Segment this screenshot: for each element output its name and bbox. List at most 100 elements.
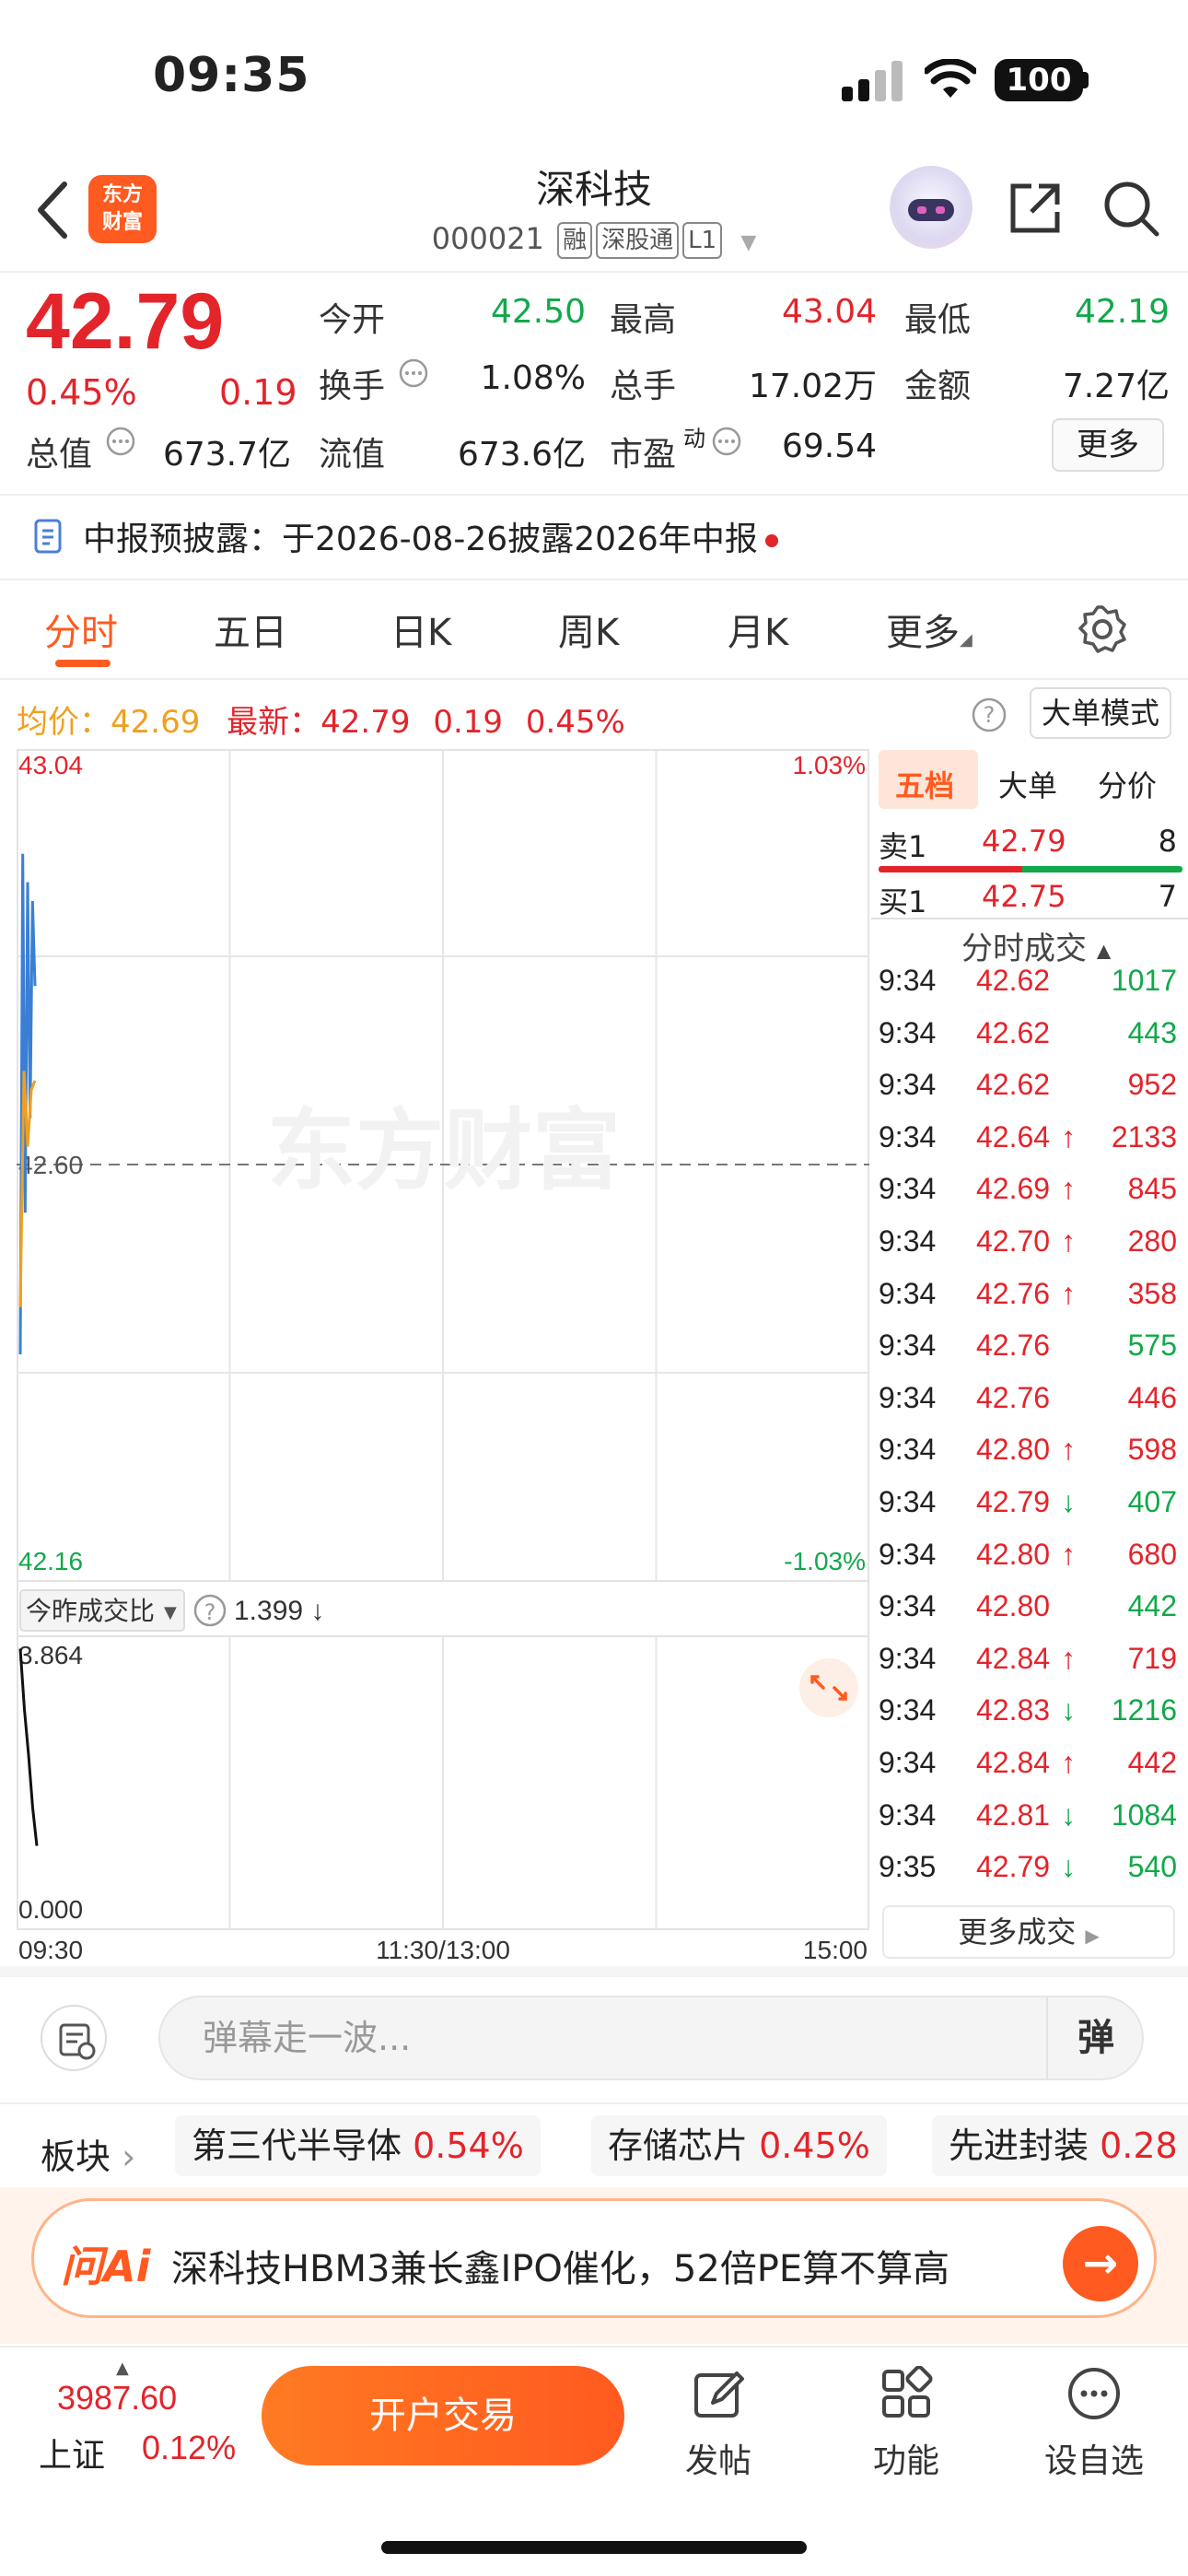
trade-price: 42.62: [976, 964, 1051, 997]
sector-label[interactable]: 板块 ›: [41, 2128, 135, 2179]
latest-value: 42.79: [320, 704, 411, 741]
trade-time: 9:34: [879, 1433, 937, 1467]
expand-icon[interactable]: [799, 1658, 858, 1717]
tab-weekly-k[interactable]: 周K: [558, 603, 619, 656]
share-icon[interactable]: [1006, 179, 1065, 238]
tab-five-day[interactable]: 五日: [214, 603, 287, 656]
trade-volume: 598: [1127, 1433, 1177, 1467]
volume-ratio-min: 0.000: [18, 1895, 83, 1924]
total-value: 673.7亿: [162, 436, 291, 474]
trade-row: 9:34 42.76 575: [879, 1329, 1182, 1380]
trade-volume: 446: [1127, 1380, 1177, 1414]
robot-face-icon: [908, 199, 954, 221]
trade-row: 9:35 42.79 ↓ 540: [879, 1850, 1182, 1902]
info-dots-icon[interactable]: [711, 426, 742, 457]
trade-time: 9:34: [879, 1068, 937, 1102]
connect-tag: 深股通: [596, 222, 680, 259]
more-trades-button[interactable]: 更多成交 ▶: [882, 1905, 1175, 1959]
total-value-label: 总值: [26, 436, 93, 474]
trade-time: 9:34: [879, 1589, 937, 1623]
trade-row: 9:34 42.70 ↑ 280: [879, 1224, 1182, 1276]
y-axis-max-pct: 1.03%: [793, 751, 866, 779]
bottom-divider: [0, 2346, 1188, 2348]
index-value[interactable]: 3987.60: [57, 2379, 177, 2418]
help-icon[interactable]: ?: [971, 697, 1007, 733]
trade-row: 9:34 42.79 ↓ 407: [879, 1485, 1182, 1537]
trade-price: 42.81: [976, 1797, 1051, 1832]
ask-1-label: 卖1: [879, 829, 927, 864]
trade-price: 42.79: [976, 1850, 1051, 1884]
trade-time: 9:34: [879, 1224, 937, 1258]
svg-text:?: ?: [984, 702, 996, 728]
trade-volume: 442: [1127, 1589, 1177, 1623]
sector-chip[interactable]: 第三代半导体 0.54%: [175, 2115, 541, 2176]
big-order-mode-button[interactable]: 大单模式: [1030, 687, 1171, 739]
latest-label: 最新：: [227, 704, 321, 741]
trade-volume: 443: [1127, 1015, 1177, 1049]
price-series-line: [18, 1071, 37, 1307]
earnings-notice[interactable]: 中报预披露：于2026-08-26披露2026年中报: [83, 512, 778, 560]
settings-icon[interactable]: [1077, 604, 1127, 654]
y-axis-max: 43.04: [18, 751, 83, 779]
intraday-chart[interactable]: 东方财富 43.04 42.60 42.16 1.03% -1.03% 今昨成交比 ▼? 1.3…: [17, 748, 873, 1973]
amount-label: 金额: [904, 368, 972, 405]
tab-more[interactable]: 更多◢: [886, 603, 973, 656]
header-divider: [0, 271, 1188, 273]
nav-post[interactable]: 发帖: [654, 2366, 783, 2482]
search-icon[interactable]: [1101, 179, 1162, 240]
trade-volume: 358: [1127, 1276, 1177, 1310]
tabs-divider: [0, 678, 1188, 680]
sector-pct: 0.45%: [759, 2125, 870, 2166]
comment-list-button[interactable]: [41, 2005, 107, 2071]
volume-ratio-line: [18, 1648, 39, 1846]
trades-title[interactable]: 分时成交 ▲: [961, 923, 1111, 968]
nav-functions-label: 功能: [872, 2442, 939, 2480]
pe-dynamic-sup: 动: [683, 426, 705, 451]
open-label: 今开: [319, 301, 386, 339]
notice-divider: [0, 579, 1188, 580]
battery-indicator: 100: [995, 59, 1083, 101]
home-indicator: [381, 2541, 807, 2554]
trade-time: 9:34: [879, 1015, 937, 1049]
trade-volume: 952: [1127, 1068, 1177, 1102]
trade-price: 42.84: [976, 1641, 1051, 1675]
trade-price: 42.83: [976, 1693, 1051, 1727]
sector-chip[interactable]: 存储芯片 0.45%: [591, 2115, 887, 2176]
turnover-label: 换手: [319, 368, 386, 405]
trade-row: 9:34 42.76 446: [879, 1381, 1182, 1433]
index-name: 上证: [39, 2437, 106, 2475]
chevron-right-icon: ›: [122, 2137, 136, 2177]
trade-row: 9:34 42.80 ↑ 680: [879, 1538, 1182, 1589]
sector-name: 第三代半导体: [192, 2125, 402, 2166]
tab-intraday[interactable]: 分时: [44, 603, 118, 656]
tab-price-dist[interactable]: 分价: [1098, 763, 1157, 805]
more-fields-button[interactable]: 更多: [1052, 418, 1164, 472]
open-account-trade-button[interactable]: 开户交易: [262, 2366, 624, 2465]
trade-row: 9:34 42.81 ↓ 1084: [879, 1798, 1182, 1850]
tab-big-order[interactable]: 大单: [998, 763, 1057, 805]
trade-time: 9:34: [879, 1693, 937, 1727]
chart-info-row: 均价：42.69 最新：42.79 0.19 0.45%: [17, 697, 625, 742]
info-dots-icon[interactable]: [398, 357, 429, 389]
trade-row: 9:34 42.62 1017: [879, 964, 1182, 1015]
danmu-input[interactable]: 弹幕走一波...: [158, 1996, 1144, 2080]
tab-daily-k[interactable]: 日K: [390, 603, 451, 656]
danmu-toggle-button[interactable]: 弹: [1046, 1997, 1144, 2078]
more-trades-label: 更多成交: [958, 1914, 1077, 1950]
tab-five-level[interactable]: 五档: [895, 763, 954, 805]
trade-direction: ↓: [1061, 1797, 1076, 1832]
sector-chip[interactable]: 先进封装 0.28: [932, 2115, 1188, 2176]
volume-ratio-max: 3.864: [18, 1641, 83, 1669]
info-dots-icon[interactable]: [105, 426, 136, 457]
y-axis-mid: 42.60: [18, 1151, 83, 1179]
trade-time: 9:34: [879, 1641, 937, 1675]
help-question-mark: ?: [204, 1599, 216, 1625]
ai-robot-avatar[interactable]: [890, 166, 973, 249]
latest-change: 0.19: [433, 704, 504, 741]
nav-add-watchlist[interactable]: 设自选: [1030, 2366, 1159, 2482]
trade-direction: ↑: [1061, 1276, 1076, 1310]
nav-functions[interactable]: 功能: [842, 2365, 971, 2482]
tab-monthly-k[interactable]: 月K: [728, 603, 788, 656]
ai-go-button[interactable]: →: [1063, 2226, 1138, 2301]
wifi-icon: [925, 59, 976, 98]
